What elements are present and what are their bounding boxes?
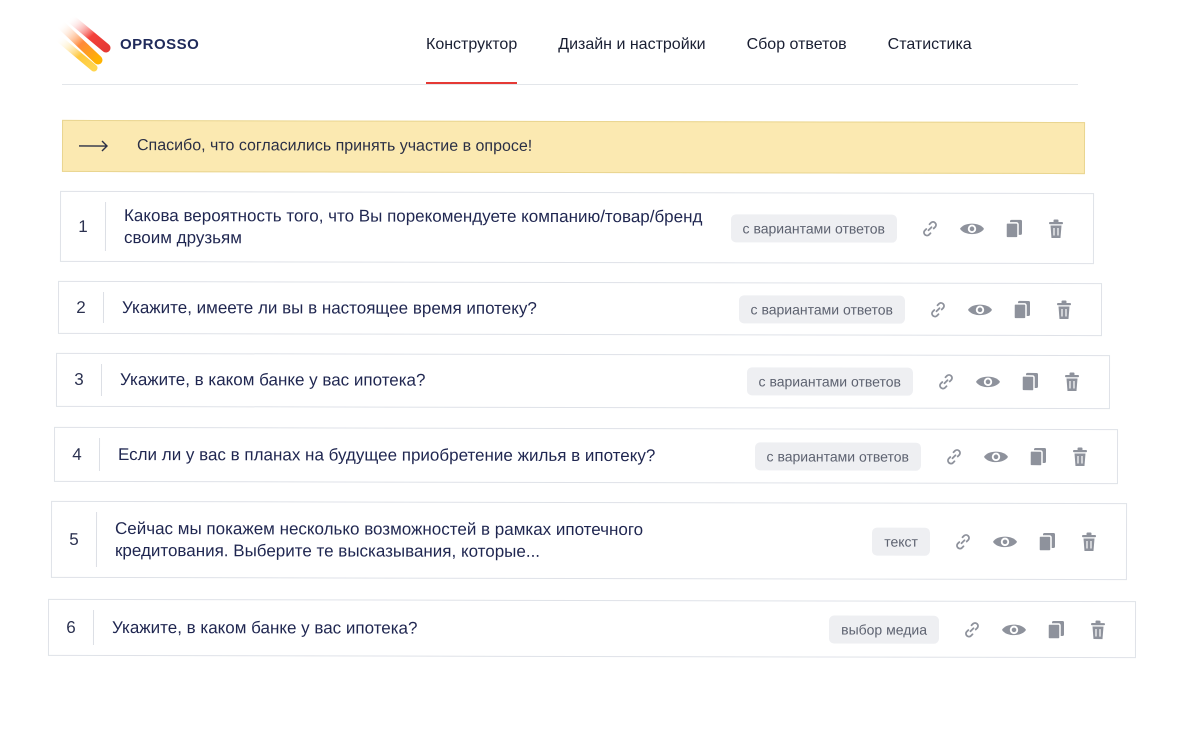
header: OPROSSO Конструктор Дизайн и настройки С… [0,0,1190,86]
question-actions [948,529,1104,553]
question-actions [931,370,1087,394]
question-number: 2 [76,297,86,317]
arrow-right-icon [78,140,109,152]
question-actions [915,216,1071,240]
welcome-screen-row[interactable]: Спасибо, что согласились принять участие… [61,119,1086,175]
eye-icon[interactable] [981,444,1011,468]
question-type-badge: с вариантами ответов [738,294,906,324]
question-actions [923,297,1079,321]
question-number: 3 [74,369,84,389]
trash-icon[interactable] [1041,216,1071,240]
eye-icon[interactable] [973,370,1003,394]
copy-icon[interactable] [1032,529,1062,553]
question-row[interactable]: 5 Сейчас мы покажем несколько возможност… [50,500,1128,581]
copy-icon[interactable] [1023,444,1053,468]
trash-icon[interactable] [1083,618,1113,642]
eye-icon[interactable] [965,297,995,321]
tab-statistics[interactable]: Статистика [888,36,972,84]
link-icon[interactable] [957,617,987,641]
logo[interactable]: OPROSSO [56,16,199,72]
eye-icon[interactable] [990,529,1020,553]
trash-icon[interactable] [1074,530,1104,554]
link-icon[interactable] [923,297,953,321]
question-number: 4 [72,444,82,464]
question-row[interactable]: 6 Укажите, в каком банке у вас ипотека? … [47,598,1137,659]
link-icon[interactable] [948,529,978,553]
copy-icon[interactable] [999,216,1029,240]
question-number: 5 [69,529,79,549]
question-type-badge: выбор медиа [829,614,940,644]
tab-design-settings[interactable]: Дизайн и настройки [558,36,705,84]
question-actions [957,617,1113,641]
question-actions [939,444,1095,468]
question-type-badge: с вариантами ответов [730,213,898,243]
question-number: 1 [78,216,88,236]
tab-responses[interactable]: Сбор ответов [747,36,847,84]
question-text: Сейчас мы покажем несколько возможностей… [114,518,644,561]
trash-icon[interactable] [1057,370,1087,394]
trash-icon[interactable] [1049,297,1079,321]
copy-icon[interactable] [1015,370,1045,394]
logo-mark-icon [56,16,112,72]
question-type-badge: текст [872,527,931,556]
welcome-text: Спасибо, что согласились принять участие… [136,137,533,155]
copy-icon[interactable] [1007,297,1037,321]
trash-icon[interactable] [1065,445,1095,469]
copy-icon[interactable] [1041,617,1071,641]
question-number: 6 [66,617,76,637]
logo-text: OPROSSO [120,35,200,53]
question-text: Если ли у вас в планах на будущее приобр… [117,444,656,465]
question-text: Укажите, в каком банке у вас ипотека? [119,370,426,390]
eye-icon[interactable] [999,617,1029,641]
question-text: Укажите, в каком банке у вас ипотека? [111,617,418,638]
question-row[interactable]: 2 Укажите, имеете ли вы в настоящее врем… [57,280,1103,337]
eye-icon[interactable] [957,216,987,240]
question-row[interactable]: 1 Какова вероятность того, что Вы пореко… [59,190,1095,265]
tab-constructor[interactable]: Конструктор [426,36,518,84]
question-row[interactable]: 4 Если ли у вас в планах на будущее прио… [53,426,1119,485]
question-text: Укажите, имеете ли вы в настоящее время … [121,297,537,318]
question-type-badge: с вариантами ответов [746,367,914,396]
link-icon[interactable] [915,216,945,240]
link-icon[interactable] [939,444,969,468]
main-nav: Конструктор Дизайн и настройки Сбор отве… [426,36,1013,84]
question-row[interactable]: 3 Укажите, в каком банке у вас ипотека? … [55,352,1111,410]
question-type-badge: с вариантами ответов [754,441,922,471]
link-icon[interactable] [931,370,961,394]
question-text: Какова вероятность того, что Вы порекоме… [123,205,703,247]
header-divider [62,84,1078,85]
